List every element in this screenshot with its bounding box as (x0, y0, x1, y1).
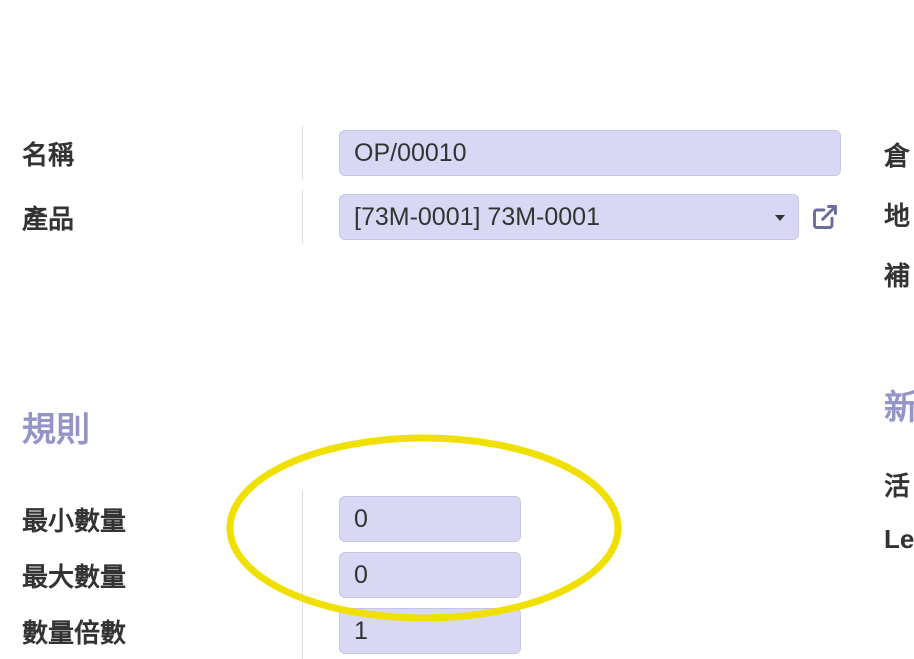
min-qty-row: 最小數量 (22, 491, 914, 547)
right-label-2: 地 (884, 196, 914, 233)
mult-qty-input[interactable] (339, 608, 521, 654)
right-label-3: 補 (884, 256, 914, 293)
mult-qty-row: 數量倍數 (22, 603, 914, 659)
right-label-1: 倉 (884, 136, 914, 173)
right-label-4: 活 (884, 466, 914, 503)
max-qty-row: 最大數量 (22, 547, 914, 603)
product-label: 產品 (22, 199, 302, 236)
product-row: 產品 (22, 190, 914, 244)
right-label-5: Le (884, 524, 914, 555)
max-qty-label: 最大數量 (22, 557, 302, 594)
min-qty-label: 最小數量 (22, 501, 302, 538)
product-select[interactable] (339, 194, 799, 240)
rules-heading: 規則 (22, 402, 914, 451)
max-qty-input[interactable] (339, 552, 521, 598)
external-link-icon[interactable] (811, 203, 839, 231)
right-heading: 新 (884, 380, 914, 429)
name-input[interactable] (339, 130, 841, 176)
min-qty-input[interactable] (339, 496, 521, 542)
name-label: 名稱 (22, 135, 302, 172)
name-row: 名稱 (22, 126, 914, 180)
